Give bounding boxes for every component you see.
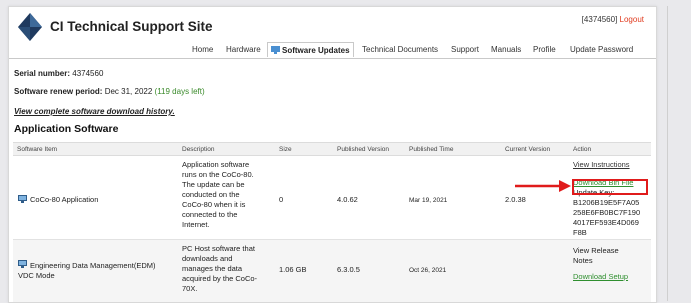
nav-update-password[interactable]: Update Password: [570, 45, 633, 54]
action-cell: View Release Notes Download Setup: [573, 246, 651, 282]
app-icon: [18, 260, 27, 268]
serial-value: 4374560: [72, 69, 104, 78]
table-header: Software Item Description Size Published…: [13, 142, 651, 156]
table-row: CoCo-80 Application Application software…: [13, 155, 651, 240]
logout-link[interactable]: Logout: [620, 15, 644, 24]
page-container: CI Technical Support Site [4374560] Logo…: [8, 6, 657, 303]
serial-label: Serial number:: [14, 69, 71, 78]
nav-technical-documents[interactable]: Technical Documents: [362, 45, 438, 54]
site-title: CI Technical Support Site: [50, 19, 213, 34]
renew-label: Software renew period:: [14, 87, 103, 96]
nav-manuals[interactable]: Manuals: [491, 45, 521, 54]
update-key-line: B1206B19E5F7A05: [573, 198, 640, 207]
nav-hardware[interactable]: Hardware: [226, 45, 261, 54]
col-size: Size: [279, 146, 292, 153]
nav-home[interactable]: Home: [192, 45, 213, 54]
software-item-name: CoCo-80 Application: [30, 195, 99, 204]
download-history-link[interactable]: View complete software download history.: [14, 107, 175, 116]
logo-icon: [18, 13, 42, 41]
nav-support[interactable]: Support: [451, 45, 479, 54]
size: 0: [279, 195, 284, 204]
col-software-item: Software Item: [17, 146, 58, 153]
renew-period-line: Software renew period: Dec 31, 2022 (119…: [14, 87, 205, 96]
software-item-name: Engineering Data Management(EDM): [30, 261, 156, 270]
col-current-version: Current Version: [505, 146, 551, 153]
col-published-time: Published Time: [409, 146, 454, 153]
nav-divider: [9, 58, 656, 59]
col-action: Action: [573, 146, 592, 153]
renew-value: Dec 31, 2022: [104, 87, 153, 96]
update-key-line: 4017EF593E4D069: [573, 218, 639, 227]
nav-profile[interactable]: Profile: [533, 45, 556, 54]
serial-number-line: Serial number: 4374560: [14, 69, 103, 78]
user-id: [4374560]: [581, 15, 618, 24]
action-cell: View Instructions Download Bin File Upda…: [573, 160, 651, 238]
user-bar: [4374560] Logout: [582, 15, 644, 24]
col-description: Description: [182, 146, 215, 153]
update-key-line: F8B: [573, 228, 587, 237]
software-updates-icon: [271, 46, 280, 54]
main-nav: Home Hardware Software Updates Technical…: [9, 42, 656, 59]
nav-software-updates-label: Software Updates: [282, 46, 350, 55]
site-header: CI Technical Support Site [4374560] Logo…: [9, 7, 656, 59]
published-time: Mar 19, 2021: [409, 197, 448, 204]
published-version: 4.0.62: [337, 195, 358, 204]
highlight-box: [572, 179, 648, 195]
annotation-arrow-icon: [515, 180, 571, 192]
section-title: Application Software: [14, 123, 119, 135]
update-key-line: 258E6FB0BC7F190: [573, 208, 641, 217]
view-instructions-link[interactable]: View Instructions: [573, 160, 651, 170]
published-time: Oct 26, 2021: [409, 267, 447, 274]
col-published-version: Published Version: [337, 146, 390, 153]
description: PC Host software that downloads and mana…: [182, 244, 258, 293]
scrollbar[interactable]: [667, 6, 668, 301]
software-item-subtitle: VDC Mode: [18, 271, 55, 280]
current-version: 2.0.38: [505, 195, 526, 204]
app-icon: [18, 195, 27, 203]
renew-days-left: (119 days left): [154, 87, 205, 96]
download-setup-link[interactable]: Download Setup: [573, 272, 651, 282]
table-row: Engineering Data Management(EDM) VDC Mod…: [13, 240, 651, 302]
size: 1.06 GB: [279, 265, 307, 274]
description: Application software runs on the CoCo-80…: [182, 160, 254, 229]
nav-software-updates[interactable]: Software Updates: [267, 42, 354, 57]
view-release-notes-link[interactable]: View Release Notes: [573, 246, 651, 266]
published-version: 6.3.0.5: [337, 265, 360, 274]
